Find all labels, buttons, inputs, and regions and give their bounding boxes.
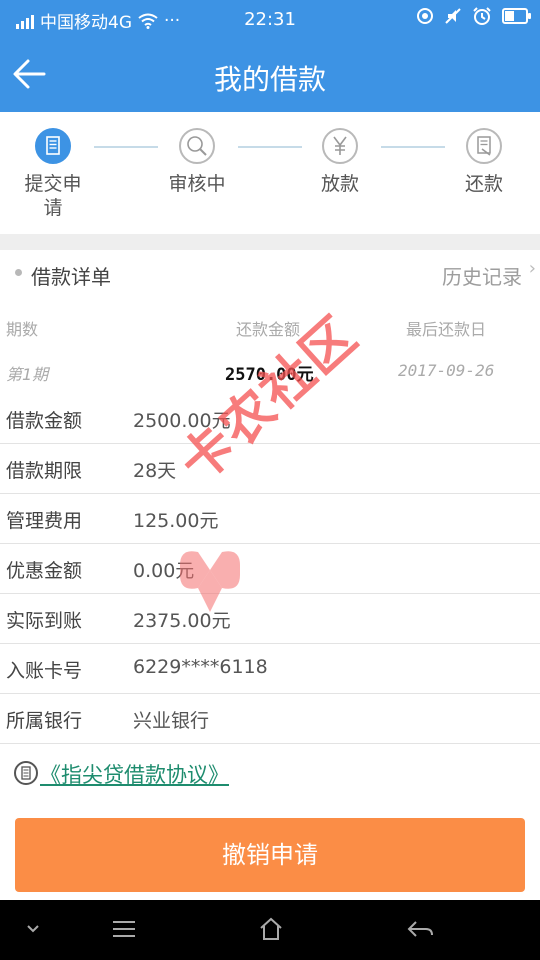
detail-row-fee: 管理费用 125.00元 xyxy=(0,494,540,544)
step-connector xyxy=(238,146,302,148)
step-label: 提交申请 xyxy=(24,173,82,219)
due-date-cell: 2017-09-26 xyxy=(398,361,495,380)
history-link[interactable]: 历史记录 xyxy=(442,261,522,290)
step-label: 放款 xyxy=(320,173,359,195)
agreement-link[interactable]: 《指尖贷借款协议》 xyxy=(40,759,229,789)
bullet-dot-icon xyxy=(15,269,22,276)
location-icon xyxy=(417,8,433,24)
step-connector xyxy=(94,146,158,148)
column-period: 期数 xyxy=(6,320,39,339)
step-repay: 还款 xyxy=(449,128,519,196)
status-right xyxy=(416,7,531,25)
chevron-down-icon[interactable] xyxy=(26,924,40,934)
loan-detail-list: 借款金额 2500.00元 借款期限 28天 管理费用 125.00元 优惠金额… xyxy=(0,394,540,744)
back-nav-icon[interactable] xyxy=(406,918,434,940)
step-submit: 提交申请 xyxy=(18,128,88,220)
step-disburse: 放款 xyxy=(305,128,375,196)
detail-label: 管理费用 xyxy=(6,510,83,532)
home-icon[interactable] xyxy=(258,916,284,942)
step-label: 审核中 xyxy=(168,173,226,195)
step-connector xyxy=(381,146,445,148)
watermark-logo-icon xyxy=(180,551,240,612)
detail-row-bank: 所属银行 兴业银行 xyxy=(0,694,540,744)
system-nav-bar xyxy=(0,900,540,960)
detail-label: 实际到账 xyxy=(6,610,83,632)
receipt-icon xyxy=(466,128,502,164)
detail-label: 优惠金额 xyxy=(6,560,83,582)
loan-detail-header: 借款详单 历史记录 › xyxy=(0,250,540,297)
section-title: 借款详单 xyxy=(31,265,111,289)
detail-value: 28天 xyxy=(133,460,177,482)
detail-row-discount: 优惠金额 0.00元 xyxy=(0,544,540,594)
detail-label: 借款金额 xyxy=(6,410,83,432)
menu-icon[interactable] xyxy=(112,920,136,938)
detail-value: 125.00元 xyxy=(133,510,219,532)
magnifier-icon xyxy=(179,128,215,164)
progress-stepper: 提交申请 审核中 放款 还款 xyxy=(0,112,540,234)
battery-icon xyxy=(502,8,531,24)
detail-label: 入账卡号 xyxy=(6,660,83,682)
document-icon xyxy=(35,128,71,164)
status-bar: 中国移动4G ··· 22:31 xyxy=(0,0,540,38)
detail-row-card: 入账卡号 6229****6118 xyxy=(0,644,540,694)
document-circle-icon xyxy=(14,761,38,785)
step-review: 审核中 xyxy=(162,128,232,196)
page-title: 我的借款 xyxy=(213,63,326,96)
mute-icon xyxy=(445,8,461,24)
yen-icon xyxy=(322,128,358,164)
period-cell: 第1期 xyxy=(6,365,49,384)
column-due-date: 最后还款日 xyxy=(406,320,487,339)
step-label: 还款 xyxy=(464,173,503,195)
detail-value: 6229****6118 xyxy=(133,656,268,678)
chevron-right-icon: › xyxy=(528,258,536,279)
alarm-icon xyxy=(473,7,491,25)
detail-label: 借款期限 xyxy=(6,460,83,482)
detail-row-received: 实际到账 2375.00元 xyxy=(0,594,540,644)
title-bar: 我的借款 xyxy=(0,38,540,112)
detail-label: 所属银行 xyxy=(6,710,83,732)
section-divider xyxy=(0,234,540,250)
cancel-application-button[interactable]: 撤销申请 xyxy=(15,818,525,892)
detail-row-term: 借款期限 28天 xyxy=(0,444,540,494)
detail-value: 兴业银行 xyxy=(133,710,210,732)
